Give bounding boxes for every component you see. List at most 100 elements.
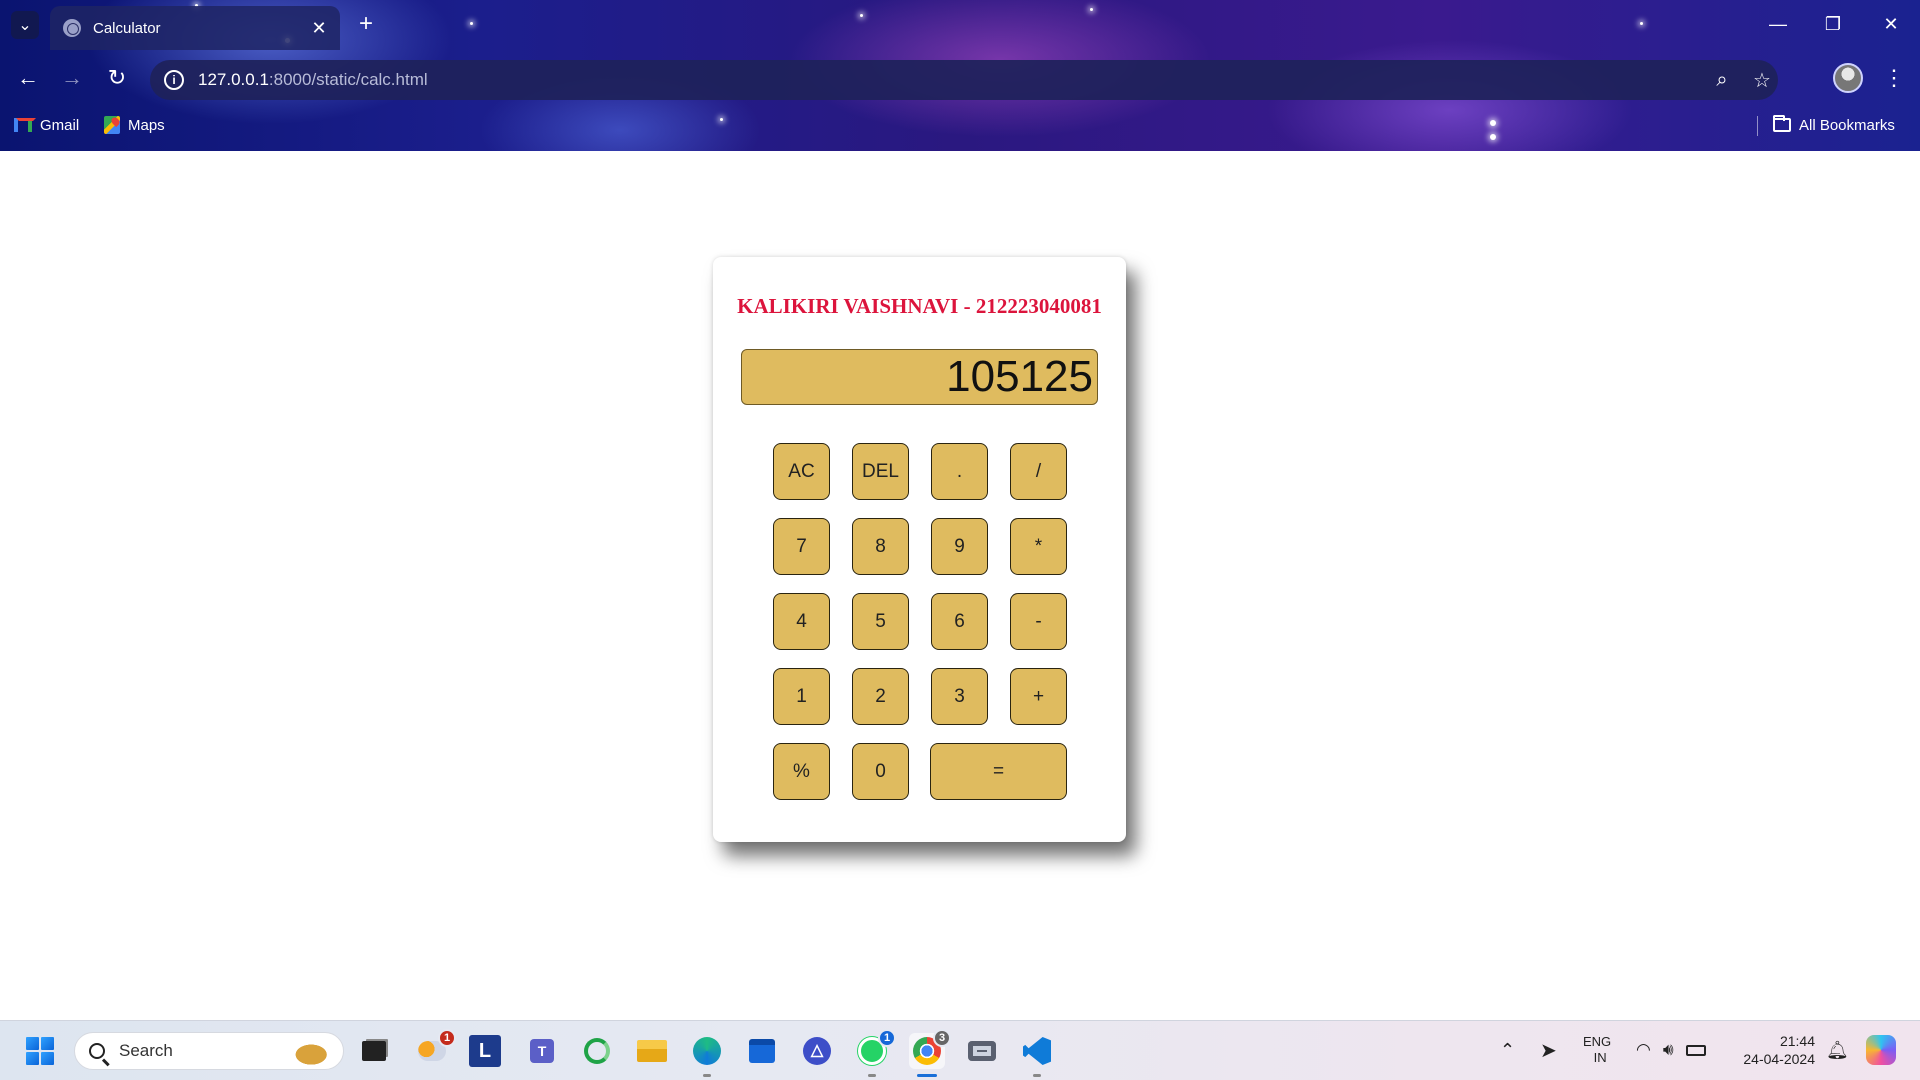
close-window-button[interactable]: ✕	[1871, 8, 1911, 40]
divide-button[interactable]: /	[1010, 443, 1067, 500]
address-bar[interactable]: i 127.0.0.1:8000/static/calc.html ⌕ ☆	[150, 60, 1778, 100]
windows-start-icon[interactable]	[26, 1037, 54, 1065]
bookmark-gmail[interactable]: Gmail	[14, 114, 79, 136]
close-icon[interactable]: ✕	[308, 17, 330, 39]
running-indicator	[703, 1074, 711, 1077]
show-hidden-icons[interactable]: ⌃	[1500, 1020, 1515, 1080]
reload-icon: ↻	[107, 65, 127, 90]
profile-avatar[interactable]	[1833, 63, 1863, 93]
restore-button[interactable]: ❐	[1813, 8, 1853, 40]
background-star	[1640, 22, 1643, 25]
notification-badge: 3	[933, 1029, 951, 1047]
chrome-icon[interactable]: 3	[909, 1029, 951, 1077]
calculator-card: KALIKIRI VAISHNAVI - 212223040081 105125…	[713, 257, 1126, 842]
plus-icon: +	[358, 10, 373, 37]
digit-4-button[interactable]: 4	[773, 593, 830, 650]
bell-icon: 🔔︎	[1826, 1039, 1849, 1060]
background-star	[720, 118, 723, 121]
url-path: :8000/static/calc.html	[268, 70, 428, 89]
clear-all-button[interactable]: AC	[773, 443, 830, 500]
bookmark-label: Maps	[128, 116, 165, 134]
add-button[interactable]: +	[1010, 668, 1067, 725]
digit-6-button[interactable]: 6	[931, 593, 988, 650]
background-star	[1090, 8, 1093, 11]
active-indicator	[917, 1074, 937, 1077]
task-view-icon[interactable]	[356, 1033, 392, 1069]
close-icon: ✕	[1883, 13, 1899, 34]
folder-icon	[1773, 115, 1791, 132]
digit-5-button[interactable]: 5	[852, 593, 909, 650]
bookmark-label: Gmail	[40, 116, 80, 134]
calculator-heading: KALIKIRI VAISHNAVI - 212223040081	[737, 294, 1102, 318]
send-arrow-icon: ➤	[1540, 1039, 1557, 1062]
wifi-icon: ◠	[1636, 1040, 1651, 1059]
digit-0-button[interactable]: 0	[852, 743, 909, 800]
digit-8-button[interactable]: 8	[852, 518, 909, 575]
browser-menu-button[interactable]: ⋮	[1882, 62, 1906, 94]
bookmarks-divider	[1757, 116, 1758, 136]
language-indicator[interactable]: ENG IN	[1583, 1020, 1611, 1080]
digit-7-button[interactable]: 7	[773, 518, 830, 575]
equals-button[interactable]: =	[930, 743, 1067, 800]
file-explorer-icon[interactable]	[634, 1033, 670, 1069]
region-code: IN	[1593, 1050, 1607, 1065]
triangle-app-icon[interactable]: △	[799, 1033, 835, 1069]
notifications-button[interactable]: 🔔︎	[1826, 1020, 1849, 1080]
tab-search-button[interactable]: ⌄	[11, 11, 39, 39]
bookmark-star-icon[interactable]: ☆	[1750, 68, 1774, 92]
copilot-button[interactable]	[1866, 1020, 1896, 1080]
decimal-button[interactable]: .	[931, 443, 988, 500]
minimize-icon: —	[1769, 13, 1787, 34]
search-highlight-dog-icon	[287, 1039, 331, 1065]
microsoft-store-icon[interactable]	[744, 1033, 780, 1069]
l-app-icon[interactable]: L	[469, 1035, 501, 1067]
chevron-up-icon: ⌃	[1500, 1039, 1516, 1060]
digit-1-button[interactable]: 1	[773, 668, 830, 725]
background-star	[470, 22, 473, 25]
circle-app-icon[interactable]	[579, 1033, 615, 1069]
back-button[interactable]: ←	[12, 62, 44, 94]
tab-calculator[interactable]: Calculator ✕	[50, 6, 340, 50]
minimize-button[interactable]: —	[1758, 8, 1798, 40]
arrow-right-icon: →	[61, 65, 83, 90]
info-icon[interactable]: i	[164, 70, 184, 90]
chevron-down-icon: ⌄	[18, 17, 32, 34]
forward-button[interactable]: →	[56, 62, 88, 94]
running-indicator	[868, 1074, 876, 1077]
new-tab-button[interactable]: +	[352, 10, 380, 38]
battery-icon	[1685, 1044, 1706, 1056]
zoom-icon[interactable]: ⌕	[1710, 68, 1734, 92]
calculator-display: 105125	[741, 349, 1098, 405]
taskbar-search[interactable]: Search	[74, 1032, 344, 1070]
vscode-icon[interactable]	[1019, 1033, 1055, 1077]
camera-icon[interactable]	[964, 1033, 1000, 1069]
location-icon[interactable]: ➤	[1540, 1020, 1557, 1080]
maps-icon	[104, 116, 120, 134]
all-bookmarks-label: All Bookmarks	[1799, 116, 1895, 134]
bookmark-maps[interactable]: Maps	[104, 114, 165, 136]
delete-button[interactable]: DEL	[852, 443, 909, 500]
clock-time: 21:44	[1779, 1033, 1815, 1049]
clock[interactable]: 21:44 24-04-2024	[1733, 1020, 1815, 1080]
url-host: 127.0.0.1	[198, 70, 269, 89]
gmail-icon	[14, 118, 32, 132]
more-vertical-icon: ⋮	[1883, 65, 1905, 90]
digit-2-button[interactable]: 2	[852, 668, 909, 725]
tab-title: Calculator	[93, 19, 161, 37]
taskbar: Search 1 L T △ 1 3	[0, 1020, 1920, 1080]
whatsapp-icon[interactable]: 1	[854, 1029, 896, 1077]
edge-icon[interactable]	[689, 1033, 725, 1077]
all-bookmarks-button[interactable]: All Bookmarks	[1773, 114, 1895, 136]
multiply-button[interactable]: *	[1010, 518, 1067, 575]
language-code: ENG	[1583, 1034, 1612, 1049]
system-status-group[interactable]: ◠ 🔊︎	[1636, 1020, 1706, 1080]
browser-chrome: ⌄ Calculator ✕ + — ❐ ✕ ← → ↻ i 127.0.0.1…	[0, 0, 1920, 151]
restore-icon: ❐	[1824, 13, 1842, 34]
digit-9-button[interactable]: 9	[931, 518, 988, 575]
reload-button[interactable]: ↻	[101, 62, 133, 94]
teams-icon[interactable]: T	[524, 1033, 560, 1069]
weather-icon[interactable]: 1	[414, 1029, 456, 1069]
percent-button[interactable]: %	[773, 743, 830, 800]
subtract-button[interactable]: -	[1010, 593, 1067, 650]
digit-3-button[interactable]: 3	[931, 668, 988, 725]
